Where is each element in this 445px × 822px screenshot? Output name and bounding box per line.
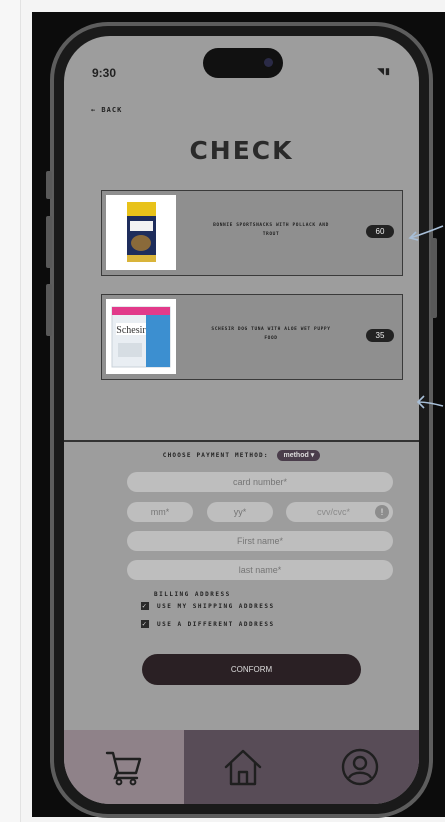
cart-icon — [105, 751, 142, 786]
billing-option-shipping[interactable]: ✓ USE MY SHIPPING ADDRESS — [141, 602, 275, 610]
phone-screen: 9:30 ◥▮ ← BACK CHECK BONNIE SPORTSNACKS … — [64, 36, 419, 804]
treat-bag-image — [106, 195, 176, 270]
left-margin-strip — [0, 0, 21, 822]
billing-option-label: USE A DIFFERENT ADDRESS — [157, 620, 275, 628]
page-title: CHECK — [189, 136, 294, 165]
annotation-arrow-icon — [408, 225, 444, 241]
home-icon — [224, 749, 261, 786]
bottom-tab-bar — [64, 730, 419, 804]
user-icon — [341, 748, 379, 786]
payment-method-row: CHOOSE PAYMENT METHOD: method ▾ — [64, 450, 419, 461]
expiry-year-input[interactable] — [207, 502, 273, 522]
back-button[interactable]: ← BACK — [91, 106, 122, 114]
payment-method-dropdown[interactable]: method ▾ — [277, 450, 321, 461]
power-button — [431, 238, 437, 318]
canvas: 9:30 ◥▮ ← BACK CHECK BONNIE SPORTSNACKS … — [0, 0, 445, 822]
side-button — [46, 171, 52, 199]
cart-item[interactable]: Schesir SCHESIR DOG TUNA WITH ALOE WET P… — [101, 294, 403, 380]
cart-item[interactable]: BONNIE SPORTSNACKS WITH POLLACK AND TROU… — [101, 190, 403, 276]
cvv-field[interactable]: cvv/cvc* ! — [286, 502, 393, 522]
schesir-box-image: Schesir — [106, 299, 176, 374]
volume-up-button — [46, 216, 52, 268]
billing-option-different[interactable]: ✓ USE A DIFFERENT ADDRESS — [141, 620, 275, 628]
tab-cart[interactable] — [64, 730, 184, 804]
confirm-button[interactable]: CONFORM — [142, 654, 361, 685]
volume-down-button — [46, 284, 52, 336]
billing-option-label: USE MY SHIPPING ADDRESS — [157, 602, 275, 610]
camera-icon — [264, 58, 273, 67]
expiry-month-input[interactable] — [127, 502, 193, 522]
status-time: 9:30 — [92, 66, 117, 80]
quantity-badge[interactable]: 60 — [366, 225, 394, 238]
tab-profile[interactable] — [301, 730, 419, 804]
dynamic-island — [203, 48, 283, 78]
phone-frame: 9:30 ◥▮ ← BACK CHECK BONNIE SPORTSNACKS … — [46, 22, 437, 818]
signal-battery-icon: ◥▮ — [377, 66, 391, 76]
payment-method-label: CHOOSE PAYMENT METHOD: — [162, 452, 269, 459]
billing-address-heading: BILLING ADDRESS — [154, 591, 231, 598]
info-icon[interactable]: ! — [375, 505, 389, 519]
cvv-placeholder: cvv/cvc* — [316, 507, 350, 517]
annotation-arrow-icon — [416, 395, 444, 409]
section-divider — [64, 440, 419, 442]
product-name: SCHESIR DOG TUNA WITH ALOE WET PUPPY FOO… — [211, 327, 331, 341]
quantity-badge[interactable]: 35 — [366, 329, 394, 342]
checkbox-checked-icon[interactable]: ✓ — [141, 620, 149, 628]
card-number-input[interactable] — [127, 472, 393, 492]
product-name: BONNIE SPORTSNACKS WITH POLLACK AND TROU… — [213, 223, 329, 237]
tab-home[interactable] — [184, 730, 301, 804]
last-name-input[interactable] — [127, 560, 393, 580]
checkbox-checked-icon[interactable]: ✓ — [141, 602, 149, 610]
first-name-input[interactable] — [127, 531, 393, 551]
svg-text:Schesir: Schesir — [116, 325, 146, 336]
